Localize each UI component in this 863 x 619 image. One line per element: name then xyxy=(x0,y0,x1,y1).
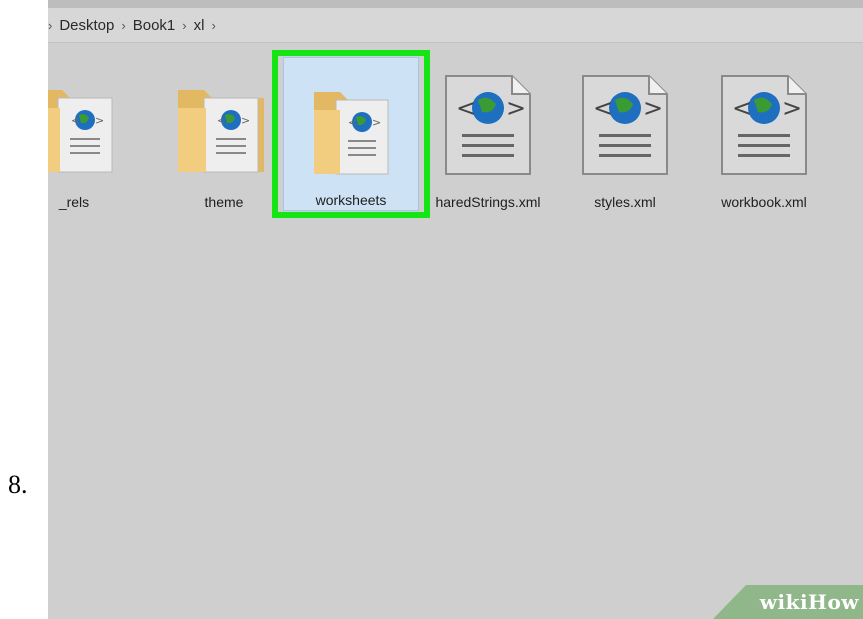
svg-text:<: < xyxy=(593,94,613,122)
file-explorer-window: › Desktop › Book1 › xl › < > _rels < > t… xyxy=(48,0,863,619)
item-label: theme xyxy=(204,194,244,210)
file-list: < > _rels < > theme < > worksheets < > h… xyxy=(48,50,863,220)
chevron-right-icon: › xyxy=(48,17,53,33)
folder-xml-icon: < > xyxy=(178,90,264,173)
chevron-right-icon: › xyxy=(121,17,126,33)
breadcrumb-book1[interactable]: Book1 xyxy=(133,17,176,34)
chevron-right-icon: › xyxy=(211,17,216,33)
breadcrumb-desktop[interactable]: Desktop xyxy=(59,17,114,34)
step-number: 8. xyxy=(8,470,28,499)
file-item-styles[interactable]: < > styles.xml xyxy=(561,56,689,214)
watermark-text: wikiHow xyxy=(760,590,859,614)
item-label: haredStrings.xml xyxy=(435,194,541,210)
address-bar[interactable]: › Desktop › Book1 › xl › xyxy=(48,8,863,43)
svg-text:<: < xyxy=(732,94,752,122)
svg-text:>: > xyxy=(506,94,526,122)
svg-text:>: > xyxy=(241,114,250,127)
watermark-wiki: wiki xyxy=(759,590,809,614)
xml-file-icon: < > xyxy=(445,75,531,175)
file-item-sharedstrings[interactable]: < > haredStrings.xml xyxy=(424,56,552,214)
wikihow-watermark: wikiHow xyxy=(703,585,863,619)
folder-item-rels[interactable]: < > _rels xyxy=(48,56,138,214)
item-label: workbook.xml xyxy=(721,194,807,210)
svg-text:>: > xyxy=(95,114,104,127)
toolbar-strip xyxy=(48,0,863,8)
watermark-how: How xyxy=(808,590,859,614)
breadcrumb-xl[interactable]: xl xyxy=(194,17,205,34)
folder-xml-icon: < > xyxy=(48,90,113,173)
folder-item-theme[interactable]: < > theme xyxy=(160,56,288,214)
svg-text:<: < xyxy=(71,114,80,127)
highlight-box xyxy=(272,50,430,218)
item-label: styles.xml xyxy=(594,194,656,210)
xml-file-icon: < > xyxy=(582,75,668,175)
item-label: _rels xyxy=(58,194,90,210)
xml-file-icon: < > xyxy=(721,75,807,175)
svg-text:>: > xyxy=(782,94,802,122)
svg-text:<: < xyxy=(217,114,226,127)
svg-text:>: > xyxy=(643,94,663,122)
chevron-right-icon: › xyxy=(182,17,187,33)
svg-text:<: < xyxy=(456,94,476,122)
file-item-workbook[interactable]: < > workbook.xml xyxy=(700,56,828,214)
